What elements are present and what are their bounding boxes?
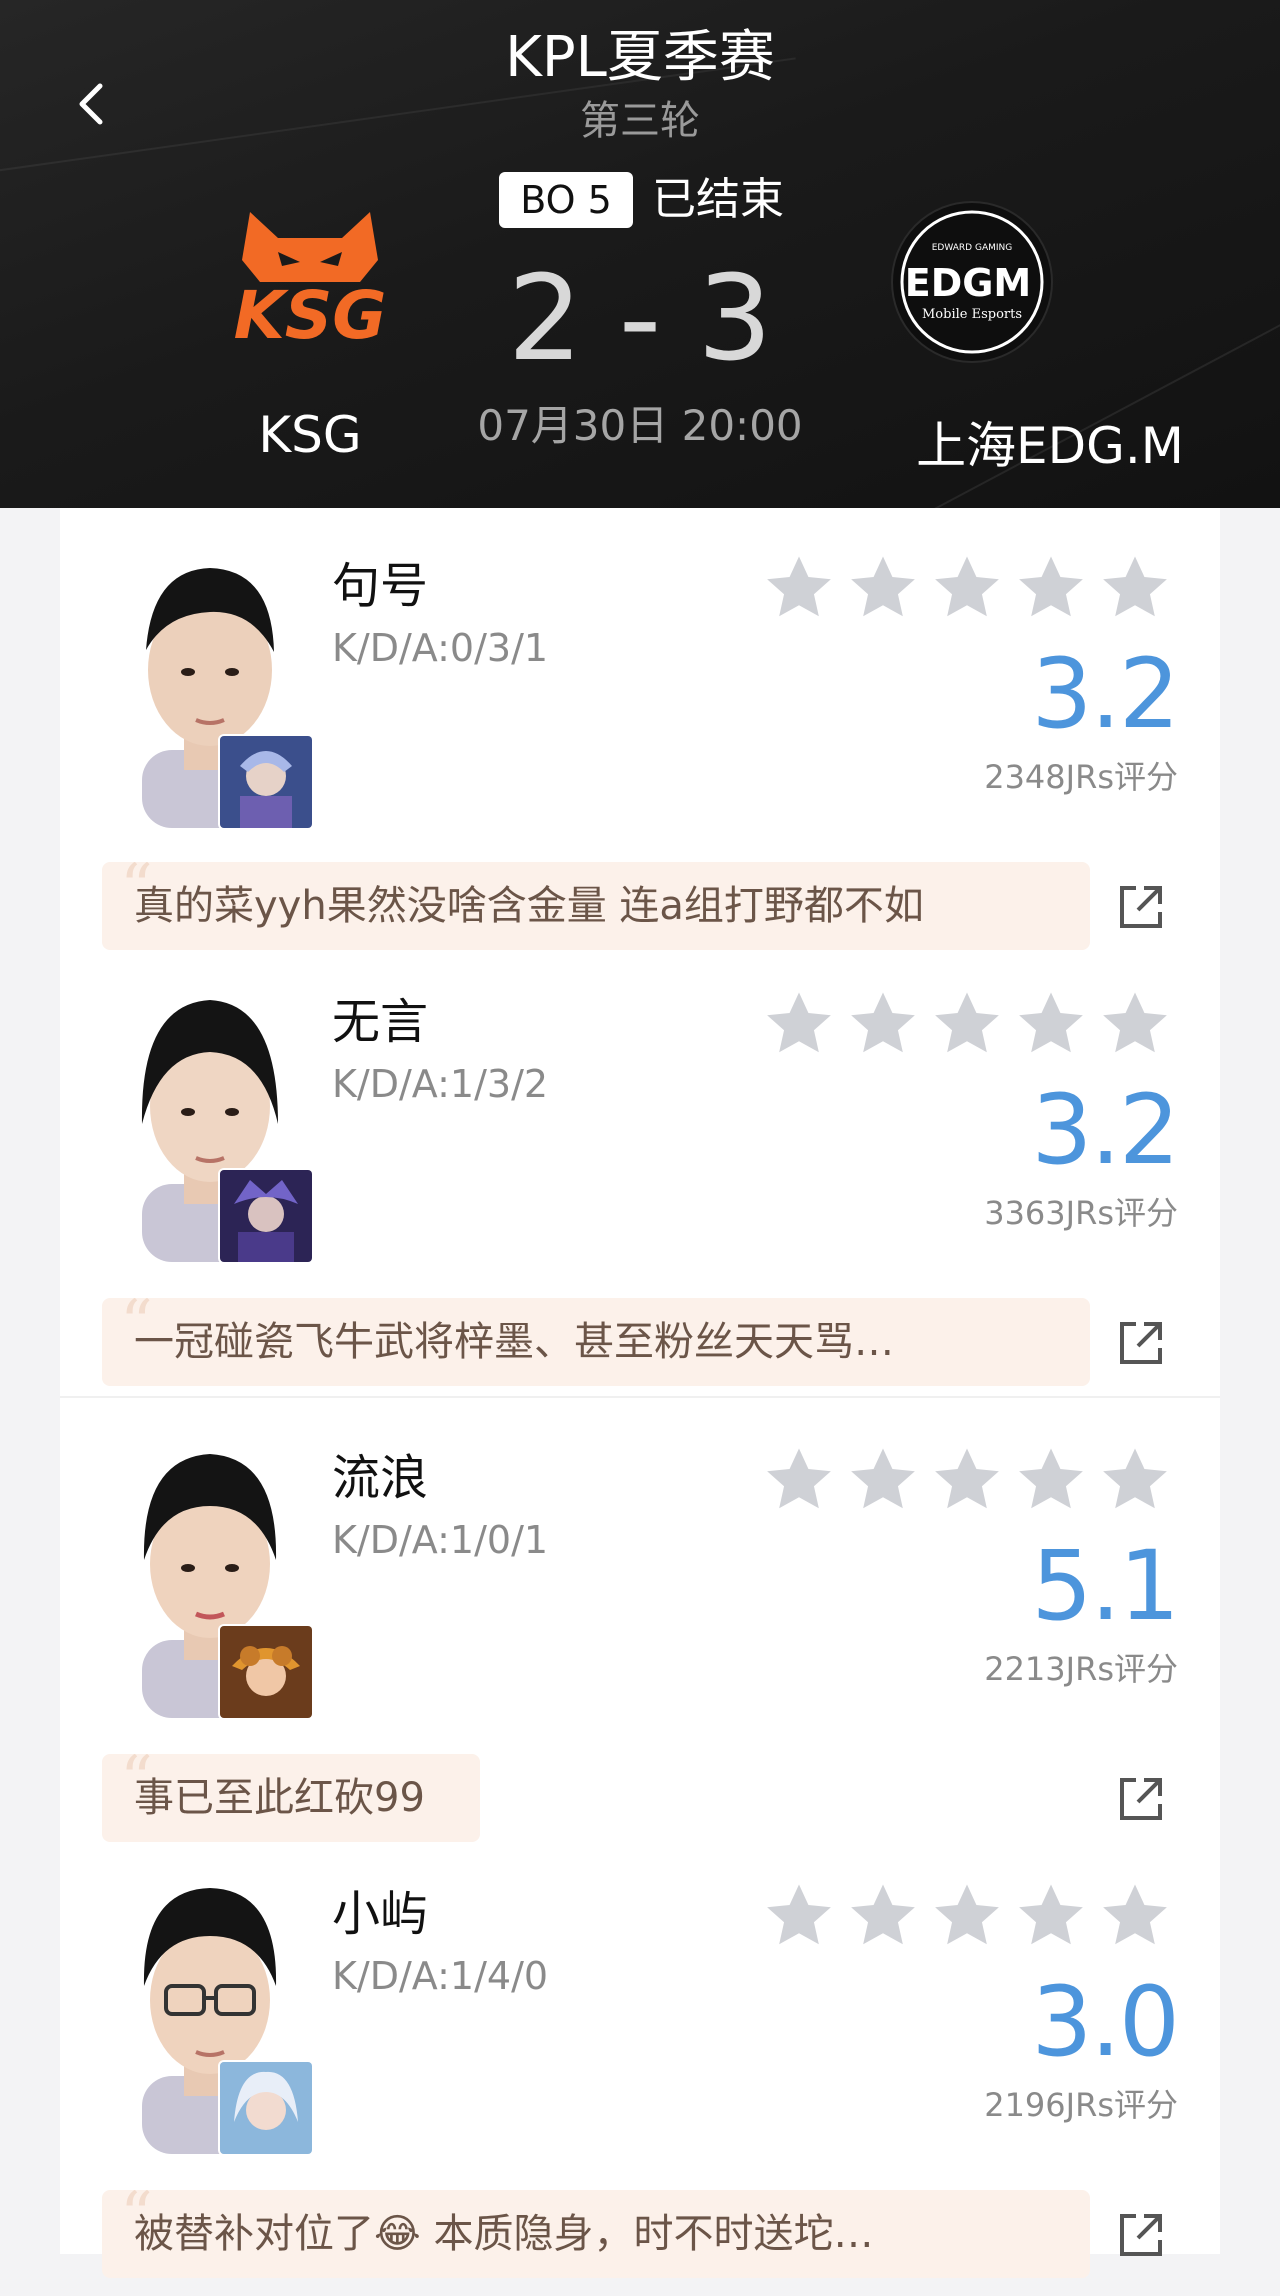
player-name: 无言 bbox=[332, 994, 429, 1050]
star-icon[interactable] bbox=[928, 986, 1006, 1064]
share-external-icon[interactable] bbox=[1114, 1772, 1168, 1826]
player-card[interactable]: 无言 K/D/A:1/3/2 3.2 3363JRs评分 “ 一冠碰瓷飞牛武将梓… bbox=[60, 944, 1220, 1404]
star-icon[interactable] bbox=[844, 986, 922, 1064]
share-external-icon[interactable] bbox=[1114, 1316, 1168, 1370]
edg-logo[interactable]: EDWARD GAMING EDGM Mobile Esports bbox=[888, 198, 1056, 366]
rating-stars[interactable] bbox=[760, 550, 1174, 628]
player-kda: K/D/A:1/4/0 bbox=[332, 1954, 549, 1998]
player-card[interactable]: 小屿 K/D/A:1/4/0 3.0 2196JRs评分 “ 被替补对位了😂 本… bbox=[60, 1836, 1220, 2296]
match-score: 2-3 bbox=[0, 248, 1280, 388]
star-icon[interactable] bbox=[844, 1878, 922, 1956]
rating-count: 2348JRs评分 bbox=[984, 758, 1178, 796]
star-icon[interactable] bbox=[928, 1442, 1006, 1520]
score-left: 2 bbox=[507, 249, 583, 387]
player-card[interactable]: 流浪 K/D/A:1/0/1 5.1 2213JRs评分 “ 事已至此红砍99 bbox=[60, 1400, 1220, 1860]
player-rating: 3.0 bbox=[1031, 1966, 1180, 2078]
star-icon[interactable] bbox=[1012, 1878, 1090, 1956]
rating-stars[interactable] bbox=[760, 1442, 1174, 1520]
score-right: 3 bbox=[697, 249, 773, 387]
star-icon[interactable] bbox=[1096, 986, 1174, 1064]
best-of-badge: BO 5 bbox=[499, 172, 633, 228]
player-name: 流浪 bbox=[332, 1450, 429, 1506]
rating-stars[interactable] bbox=[760, 986, 1174, 1064]
edg-logo-text: EDGM bbox=[905, 261, 1032, 305]
player-name: 句号 bbox=[332, 558, 429, 614]
match-status: 已结束 bbox=[652, 174, 784, 225]
star-icon[interactable] bbox=[928, 550, 1006, 628]
player-kda: K/D/A:0/3/1 bbox=[332, 626, 549, 670]
star-icon[interactable] bbox=[1012, 986, 1090, 1064]
ksg-logo[interactable]: KSG bbox=[210, 200, 410, 350]
match-header: KPL夏季赛 第三轮 BO 5 已结束 2-3 07月30日 20:00 KSG… bbox=[0, 0, 1280, 508]
player-kda: K/D/A:1/0/1 bbox=[332, 1518, 549, 1562]
star-icon[interactable] bbox=[1096, 1878, 1174, 1956]
comment-text: 被替补对位了😂 本质隐身，时不时送坨… bbox=[134, 2211, 874, 2257]
star-icon[interactable] bbox=[760, 1878, 838, 1956]
team-right-name[interactable]: 上海EDG.M bbox=[810, 406, 1280, 478]
star-icon[interactable] bbox=[928, 1878, 1006, 1956]
comment-text: 事已至此红砍99 bbox=[134, 1775, 425, 1821]
edg-logo-top-text: EDWARD GAMING bbox=[932, 243, 1013, 253]
match-round: 第三轮 bbox=[580, 98, 700, 144]
hero-icon bbox=[218, 1168, 314, 1264]
star-icon[interactable] bbox=[1096, 1442, 1174, 1520]
hero-icon bbox=[218, 1624, 314, 1720]
star-icon[interactable] bbox=[844, 1442, 922, 1520]
top-comment[interactable]: “ 被替补对位了😂 本质隐身，时不时送坨… bbox=[102, 2190, 1090, 2278]
player-rating: 3.2 bbox=[1031, 1074, 1180, 1186]
hero-icon bbox=[218, 2060, 314, 2156]
star-icon[interactable] bbox=[760, 550, 838, 628]
player-kda: K/D/A:1/3/2 bbox=[332, 1062, 549, 1106]
team-left-name[interactable]: KSG bbox=[160, 406, 460, 464]
player-rating-list: 句号 K/D/A:0/3/1 3.2 2348JRs评分 “ 真的菜yyh果然没… bbox=[60, 508, 1220, 2278]
comment-text: 一冠碰瓷飞牛武将梓墨、甚至粉丝天天骂… bbox=[134, 1319, 894, 1365]
ksg-logo-text: KSG bbox=[234, 277, 387, 350]
edg-logo-subtext: Mobile Esports bbox=[922, 307, 1022, 322]
rating-count: 2213JRs评分 bbox=[984, 1650, 1178, 1688]
hero-icon bbox=[218, 734, 314, 830]
star-icon[interactable] bbox=[1012, 1442, 1090, 1520]
section-divider bbox=[60, 1396, 1220, 1398]
star-icon[interactable] bbox=[1096, 550, 1174, 628]
rating-count: 3363JRs评分 bbox=[984, 1194, 1178, 1232]
score-separator: - bbox=[618, 249, 662, 387]
star-icon[interactable] bbox=[844, 550, 922, 628]
share-external-icon[interactable] bbox=[1114, 880, 1168, 934]
top-comment[interactable]: “ 一冠碰瓷飞牛武将梓墨、甚至粉丝天天骂… bbox=[102, 1298, 1090, 1386]
top-comment[interactable]: “ 事已至此红砍99 bbox=[102, 1754, 480, 1842]
star-icon[interactable] bbox=[760, 986, 838, 1064]
rating-stars[interactable] bbox=[760, 1878, 1174, 1956]
player-card[interactable]: 句号 K/D/A:0/3/1 3.2 2348JRs评分 “ 真的菜yyh果然没… bbox=[60, 508, 1220, 968]
top-comment[interactable]: “ 真的菜yyh果然没啥含金量 连a组打野都不如 bbox=[102, 862, 1090, 950]
star-icon[interactable] bbox=[1012, 550, 1090, 628]
rating-count: 2196JRs评分 bbox=[984, 2086, 1178, 2124]
player-rating: 3.2 bbox=[1031, 638, 1180, 750]
player-name: 小屿 bbox=[332, 1886, 429, 1942]
star-icon[interactable] bbox=[760, 1442, 838, 1520]
comment-text: 真的菜yyh果然没啥含金量 连a组打野都不如 bbox=[134, 883, 924, 929]
player-rating: 5.1 bbox=[1031, 1530, 1180, 1642]
page-title: KPL夏季赛 bbox=[505, 25, 775, 90]
